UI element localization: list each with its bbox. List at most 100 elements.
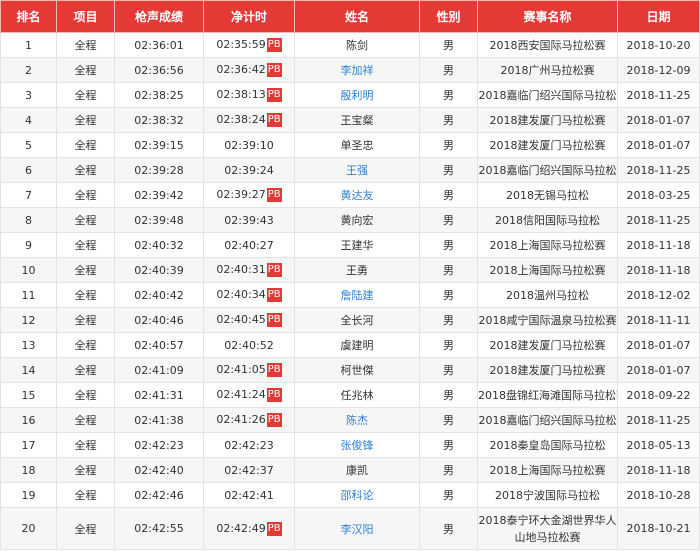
rank-cell: 20 — [0, 507, 57, 550]
runner-name-link[interactable]: 李汉阳 — [341, 523, 374, 536]
gender-cell: 男 — [419, 232, 478, 258]
pb-badge: PB — [266, 313, 282, 327]
rank-cell: 5 — [0, 132, 57, 158]
net-time-cell: 02:42:23 — [203, 432, 295, 458]
runner-name-cell[interactable]: 张俊锋 — [294, 432, 420, 458]
header-name: 姓名 — [294, 0, 420, 33]
date-cell: 2018-11-18 — [617, 457, 700, 483]
net-time-cell: 02:39:43 — [203, 207, 295, 233]
race-name-cell: 2018广州马拉松赛 — [477, 57, 618, 83]
net-time-value: 02:42:37 — [224, 463, 274, 477]
race-name-cell: 2018盘锦红海滩国际马拉松赛 — [477, 382, 618, 408]
date-cell: 2018-11-18 — [617, 232, 700, 258]
gun-time-cell: 02:40:46 — [114, 307, 204, 333]
gender-cell: 男 — [419, 132, 478, 158]
net-time-cell: 02:41:26 PB — [203, 407, 295, 433]
rank-cell: 14 — [0, 357, 57, 383]
gun-time-cell: 02:38:32 — [114, 107, 204, 133]
gun-time-cell: 02:41:09 — [114, 357, 204, 383]
runner-name-link[interactable]: 詹陆建 — [341, 289, 374, 302]
gender-cell: 男 — [419, 257, 478, 283]
table-row: 8 全程 02:39:48 02:39:43 黄向宏 男 2018信阳国际马拉松 2018-1… — [0, 207, 700, 233]
table-row: 17 全程 02:42:23 02:42:23 张俊锋男 2018秦皇岛国际马拉松 2018… — [0, 432, 700, 458]
rank-cell: 11 — [0, 282, 57, 308]
table-row: 2 全程 02:36:56 02:36:42 PB 李加祥男 2018广州马拉松赛 2018-… — [0, 57, 700, 83]
event-type-cell: 全程 — [56, 132, 115, 158]
runner-name-cell[interactable]: 詹陆建 — [294, 282, 420, 308]
gender-cell: 男 — [419, 57, 478, 83]
gender-cell: 男 — [419, 157, 478, 183]
runner-name-cell[interactable]: 李加祥 — [294, 57, 420, 83]
date-cell: 2018-10-28 — [617, 482, 700, 508]
header-gun-time: 枪声成绩 — [114, 0, 204, 33]
net-time-value: 02:42:41 — [224, 488, 274, 502]
event-type-cell: 全程 — [56, 32, 115, 58]
runner-name-cell: 康凯 — [294, 457, 420, 483]
runner-name-link[interactable]: 王强 — [346, 164, 368, 177]
gender-cell: 男 — [419, 382, 478, 408]
runner-name-link[interactable]: 黄达友 — [341, 189, 374, 202]
net-time-cell: 02:42:37 — [203, 457, 295, 483]
net-time-value: 02:38:13 — [216, 88, 266, 101]
gun-time-cell: 02:39:28 — [114, 157, 204, 183]
race-name-cell: 2018信阳国际马拉松 — [477, 207, 618, 233]
runner-name-cell[interactable]: 王强 — [294, 157, 420, 183]
runner-name-cell[interactable]: 殷利明 — [294, 82, 420, 108]
runner-name-cell[interactable]: 黄达友 — [294, 182, 420, 208]
runner-name-link[interactable]: 李加祥 — [341, 64, 374, 77]
table-header-row: 排名 项目 枪声成绩 净计时 姓名 性别 赛事名称 日期 — [0, 0, 700, 33]
runner-name: 任兆林 — [340, 389, 374, 402]
race-name-cell: 2018建发厦门马拉松赛 — [477, 332, 618, 358]
race-name-cell: 2018无锡马拉松 — [477, 182, 618, 208]
runner-name: 王宝粲 — [340, 114, 374, 127]
event-type-cell: 全程 — [56, 307, 115, 333]
gun-time-cell: 02:40:39 — [114, 257, 204, 283]
net-time-cell: 02:42:41 — [203, 482, 295, 508]
runner-name-cell: 全长河 — [294, 307, 420, 333]
net-time-value: 02:36:42 — [216, 63, 266, 76]
date-cell: 2018-11-25 — [617, 82, 700, 108]
runner-name-cell[interactable]: 李汉阳 — [294, 507, 420, 550]
runner-name-cell: 黄向宏 — [294, 207, 420, 233]
gun-time-cell: 02:39:48 — [114, 207, 204, 233]
gun-time-cell: 02:39:15 — [114, 132, 204, 158]
pb-badge: PB — [266, 363, 282, 377]
race-name-cell: 2018上海国际马拉松赛 — [477, 457, 618, 483]
runner-name-cell[interactable]: 陈杰 — [294, 407, 420, 433]
runner-name-link[interactable]: 殷利明 — [341, 89, 374, 102]
table-row: 10 全程 02:40:39 02:40:31 PB 王勇男 2018上海国际马拉松赛 201… — [0, 257, 700, 283]
event-type-cell: 全程 — [56, 432, 115, 458]
gun-time-cell: 02:40:42 — [114, 282, 204, 308]
net-time-cell: 02:40:31 PB — [203, 257, 295, 283]
header-race-name: 赛事名称 — [477, 0, 618, 33]
event-type-cell: 全程 — [56, 382, 115, 408]
event-type-cell: 全程 — [56, 82, 115, 108]
table-row: 4 全程 02:38:32 02:38:24 PB 王宝粲男 2018建发厦门马拉松赛 201… — [0, 107, 700, 133]
table-row: 6 全程 02:39:28 02:39:24 王强 男 2018嘉临门绍兴国际马拉松 2018… — [0, 157, 700, 183]
date-cell: 2018-11-18 — [617, 257, 700, 283]
net-time-cell: 02:38:13 PB — [203, 82, 295, 108]
runner-name-cell: 单圣忠 — [294, 132, 420, 158]
date-cell: 2018-10-21 — [617, 507, 700, 550]
net-time-cell: 02:39:27 PB — [203, 182, 295, 208]
pb-badge: PB — [266, 263, 282, 277]
runner-name-link[interactable]: 张俊锋 — [341, 439, 374, 452]
gender-cell: 男 — [419, 282, 478, 308]
runner-name-cell[interactable]: 邵科论 — [294, 482, 420, 508]
pb-badge: PB — [266, 63, 282, 77]
runner-name-link[interactable]: 陈杰 — [346, 414, 368, 427]
date-cell: 2018-01-07 — [617, 357, 700, 383]
net-time-cell: 02:40:45 PB — [203, 307, 295, 333]
event-type-cell: 全程 — [56, 57, 115, 83]
race-name-cell: 2018泰宁环大金湖世界华人山地马拉松赛 — [477, 507, 618, 550]
event-type-cell: 全程 — [56, 107, 115, 133]
gun-time-cell: 02:40:57 — [114, 332, 204, 358]
runner-name-cell: 柯世傑 — [294, 357, 420, 383]
event-type-cell: 全程 — [56, 182, 115, 208]
pb-badge: PB — [266, 38, 282, 52]
runner-name: 陈剑 — [346, 39, 368, 52]
runner-name-link[interactable]: 邵科论 — [341, 489, 374, 502]
net-time-cell: 02:40:34 PB — [203, 282, 295, 308]
table-row: 20 全程 02:42:55 02:42:49 PB 李汉阳男 2018泰宁环大金湖世界华人… — [0, 507, 700, 550]
table-row: 3 全程 02:38:25 02:38:13 PB 殷利明男 2018嘉临门绍兴国际马拉松 2… — [0, 82, 700, 108]
